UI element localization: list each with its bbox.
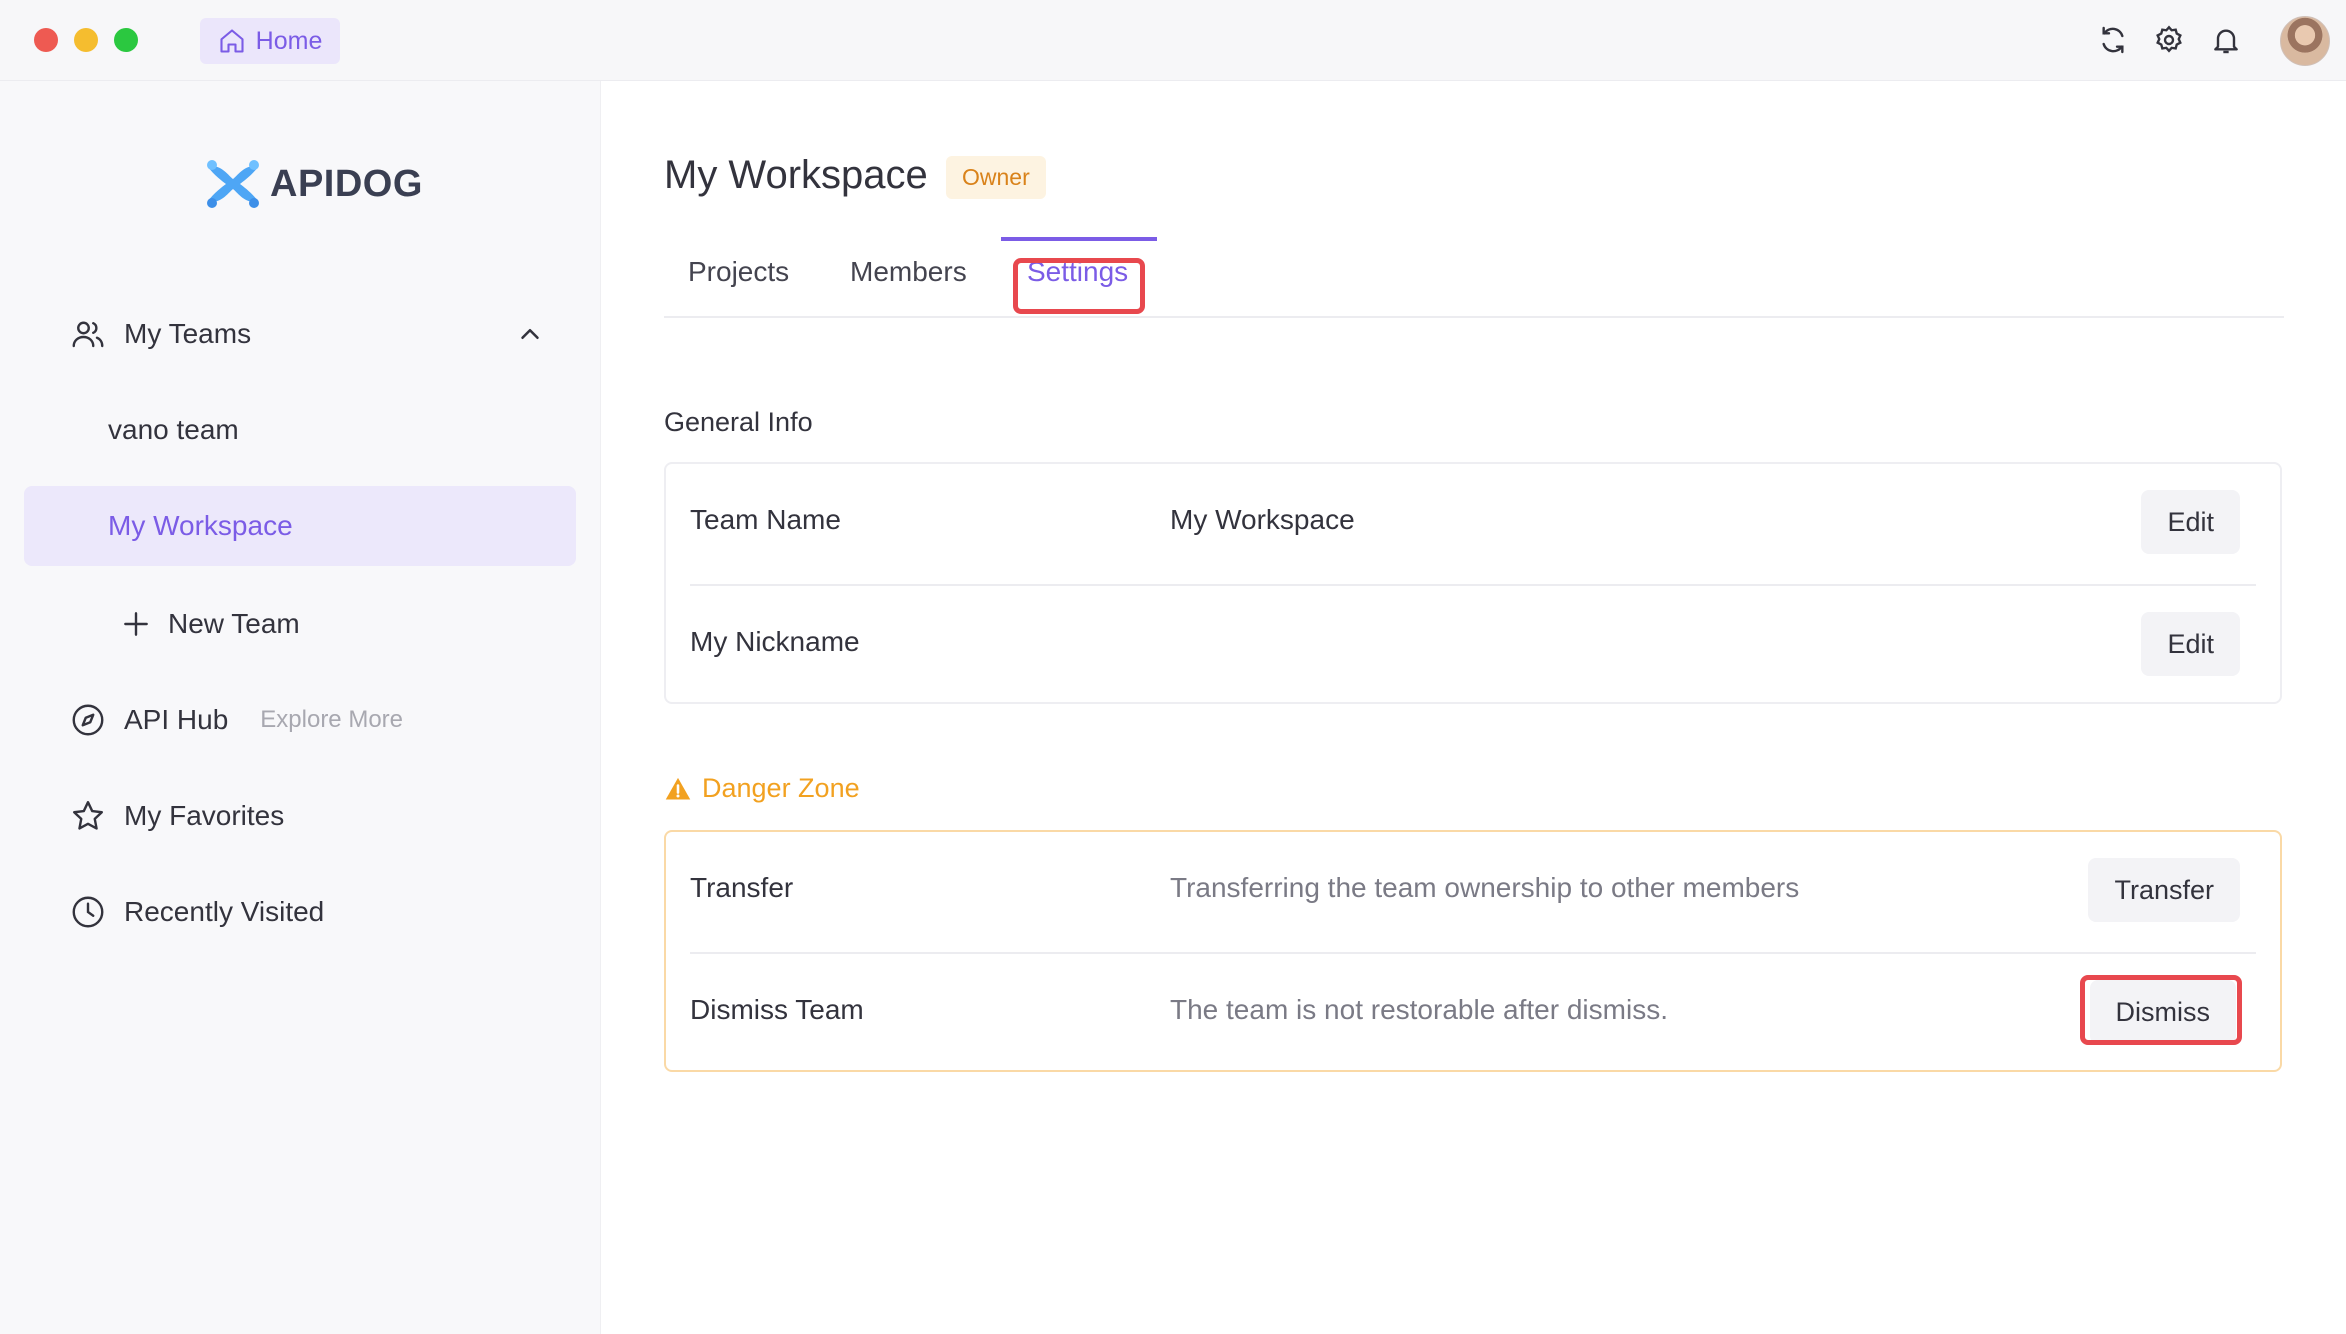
dismiss-team-row: Dismiss Team The team is not restorable … [690, 952, 2256, 1074]
tab-bar: Projects Members Settings [664, 256, 2284, 318]
plus-icon [124, 612, 148, 636]
transfer-description: Transferring the team ownership to other… [1170, 872, 1800, 903]
minimize-window-button[interactable] [74, 28, 98, 52]
sidebar-team-vano-team[interactable]: vano team [108, 414, 239, 446]
danger-zone-title: Danger Zone [664, 773, 860, 804]
sidebar-team-label: My Workspace [108, 510, 293, 541]
sidebar-item-recently-visited[interactable]: Recently Visited [70, 887, 324, 937]
main-content: My Workspace Owner Projects Members Sett… [601, 81, 2346, 1334]
team-name-value: My Workspace [1170, 504, 1355, 535]
transfer-row: Transfer Transferring the team ownership… [690, 832, 2256, 952]
new-team-button[interactable]: New Team [120, 599, 300, 649]
gear-icon[interactable] [2153, 24, 2185, 56]
title-bar: Home [0, 0, 2346, 81]
warning-icon [665, 777, 691, 799]
avatar[interactable] [2280, 16, 2330, 66]
logo-text: APIDOG [270, 162, 423, 205]
nickname-row: My Nickname Edit [690, 584, 2256, 706]
owner-badge: Owner [946, 156, 1046, 199]
home-tab-label: Home [255, 26, 323, 55]
maximize-window-button[interactable] [114, 28, 138, 52]
bell-icon[interactable] [2210, 24, 2242, 56]
my-teams-toggle[interactable]: My Teams [70, 309, 251, 359]
general-info-card: Team Name My Workspace Edit My Nickname … [664, 462, 2282, 704]
sidebar-item-my-favorites[interactable]: My Favorites [70, 791, 284, 841]
my-teams-label: My Teams [124, 318, 252, 349]
team-name-row: Team Name My Workspace Edit [690, 464, 2256, 584]
settings-tab-highlight [1013, 258, 1145, 314]
dismiss-button[interactable]: Dismiss [2089, 980, 2236, 1044]
danger-zone-label: Danger Zone [702, 773, 860, 803]
api-hub-label: API Hub [124, 704, 229, 735]
my-favorites-label: My Favorites [124, 800, 285, 831]
new-team-label: New Team [168, 608, 300, 639]
clock-icon [72, 896, 104, 928]
apidog-logo: APIDOG [204, 157, 423, 211]
nickname-label: My Nickname [690, 626, 860, 657]
transfer-button[interactable]: Transfer [2088, 858, 2240, 922]
edit-nickname-button[interactable]: Edit [2141, 612, 2240, 676]
sidebar-item-api-hub[interactable]: API Hub Explore More [70, 695, 403, 745]
danger-zone-card: Transfer Transferring the team ownership… [664, 830, 2282, 1072]
sync-icon[interactable] [2097, 24, 2129, 56]
star-icon [73, 801, 103, 830]
transfer-label: Transfer [690, 872, 794, 903]
general-info-title: General Info [664, 407, 813, 437]
sidebar-team-my-workspace[interactable]: My Workspace [24, 486, 576, 566]
team-name-label: Team Name [690, 504, 841, 535]
explore-more-link[interactable]: Explore More [260, 706, 403, 734]
dismiss-team-label: Dismiss Team [690, 994, 864, 1025]
chevron-up-icon[interactable] [515, 319, 545, 349]
active-tab-indicator [1001, 237, 1157, 241]
users-icon [72, 321, 104, 348]
page-title: My Workspace [664, 153, 928, 197]
edit-team-name-button[interactable]: Edit [2141, 490, 2240, 554]
tab-projects[interactable]: Projects [688, 256, 789, 288]
home-icon [220, 29, 244, 53]
close-window-button[interactable] [34, 28, 58, 52]
sidebar: APIDOG My Teams vano team My Workspace N… [0, 81, 601, 1334]
apidog-logo-icon [207, 160, 259, 208]
tab-members[interactable]: Members [850, 256, 967, 288]
compass-icon [72, 704, 104, 736]
dismiss-team-description: The team is not restorable after dismiss… [1170, 994, 1668, 1025]
recently-visited-label: Recently Visited [124, 896, 325, 927]
home-tab[interactable]: Home [200, 18, 340, 64]
